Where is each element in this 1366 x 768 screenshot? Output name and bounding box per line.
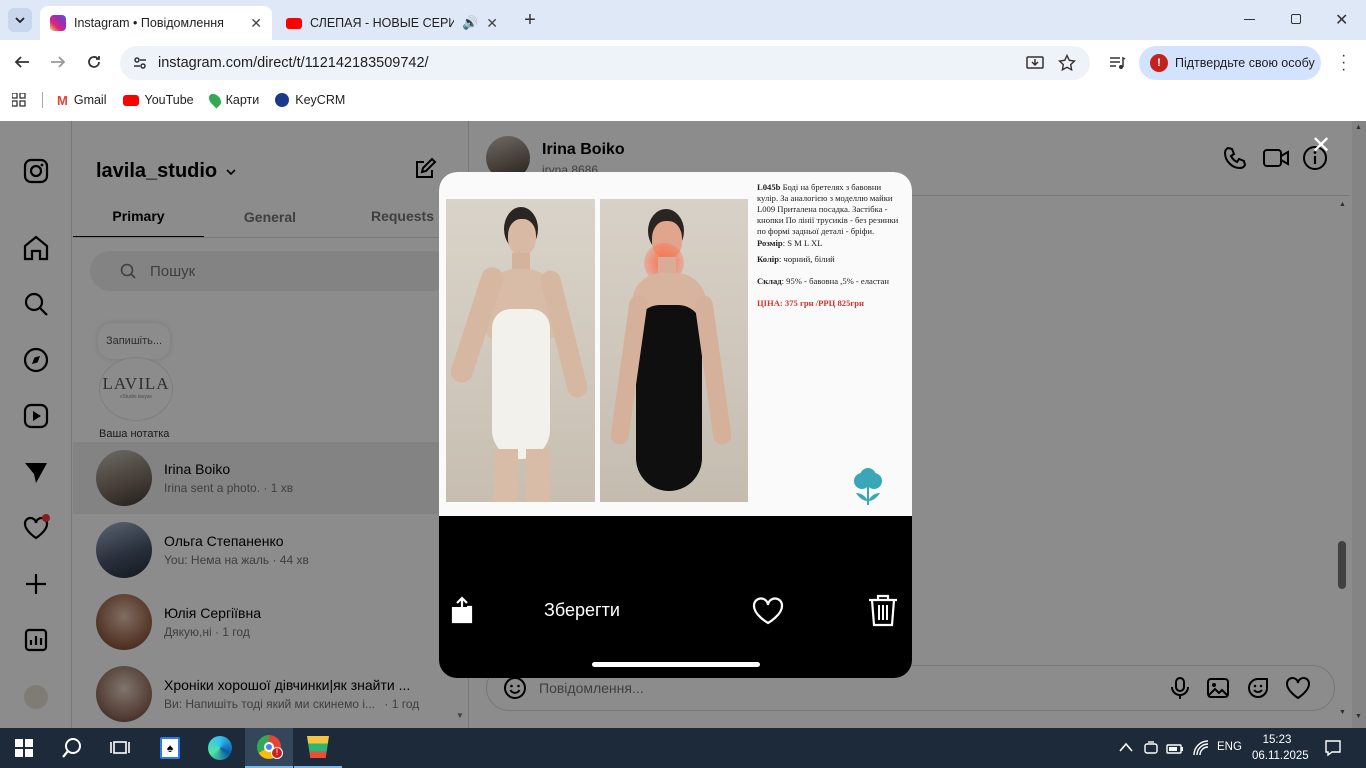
taskbar-chrome[interactable]: ! [245, 728, 293, 768]
tab-search-button[interactable] [8, 8, 32, 32]
notification-center-icon[interactable] [1324, 739, 1342, 757]
browser-tab-instagram[interactable]: Instagram • Повідомлення ✕ [40, 6, 272, 40]
windows-logo-icon [15, 739, 33, 757]
browser-tab-bar: Instagram • Повідомлення ✕ СЛЕПАЯ - НОВЫ… [0, 0, 1366, 40]
cotton-icon [854, 468, 882, 505]
bookmark-youtube[interactable]: YouTube [122, 93, 194, 107]
search-icon [62, 738, 81, 758]
cards-icon: ♠ [160, 737, 180, 759]
tab-title: Instagram • Повідомлення [74, 16, 224, 30]
size-label: Розмір [757, 238, 783, 248]
back-arrow-icon[interactable] [14, 54, 30, 70]
profile-verify-button[interactable]: ! Підтвердьте свою особу [1139, 46, 1321, 80]
bookmark-maps[interactable]: Карти [206, 91, 260, 109]
share-icon[interactable] [451, 596, 473, 624]
trash-icon[interactable] [867, 593, 899, 627]
task-view-icon [110, 741, 130, 754]
photo-viewer: L045b Боді на бретелях з бавовни кулір. … [439, 172, 912, 678]
address-bar[interactable]: instagram.com/direct/t/112142183509742/ [120, 46, 1090, 80]
reload-icon[interactable] [86, 54, 102, 70]
taskbar-search-button[interactable] [48, 728, 96, 768]
forward-arrow-icon[interactable] [50, 54, 66, 70]
bookmark-label: Gmail [73, 93, 107, 107]
new-tab-button[interactable]: + [518, 8, 542, 32]
bookmark-keycrm[interactable]: KeyCRM [275, 93, 345, 107]
start-button[interactable] [0, 728, 48, 768]
bookmark-label: YouTube [144, 93, 194, 107]
product-image-white [446, 199, 595, 502]
taskbar-solitaire[interactable]: ♠ [146, 728, 194, 768]
browser-tab-youtube[interactable]: СЛЕПАЯ - НОВЫЕ СЕРИИ 2 🔊 ✕ [276, 6, 508, 40]
minimize-icon[interactable] [1244, 19, 1255, 20]
edge-icon [208, 736, 232, 760]
wifi-icon[interactable] [1192, 739, 1210, 757]
sizes-value: : S M L XL [782, 238, 823, 248]
site-settings-icon[interactable] [132, 55, 148, 71]
battery-icon[interactable] [1166, 740, 1184, 756]
chevron-up-icon[interactable] [1119, 742, 1133, 752]
restore-icon[interactable] [1291, 14, 1301, 24]
tab-title: СЛЕПАЯ - НОВЫЕ СЕРИИ 2 [310, 16, 455, 30]
browser-menu-icon[interactable]: · · · [1341, 48, 1346, 78]
color-label: Колір [757, 254, 779, 264]
task-view-button[interactable] [96, 728, 144, 768]
url-text: instagram.com/direct/t/112142183509742/ [158, 55, 429, 71]
chrome-icon: ! [257, 735, 283, 759]
close-tab-icon[interactable]: ✕ [486, 15, 498, 32]
apps-grid-icon[interactable] [12, 93, 26, 107]
close-tab-icon[interactable]: ✕ [250, 15, 262, 32]
product-code: L045b [757, 182, 781, 192]
bookmarks-divider [42, 92, 43, 108]
keycrm-app-icon [307, 736, 329, 758]
clock[interactable]: 15:23 06.11.2025 [1252, 732, 1309, 764]
taskbar-keycrm[interactable] [294, 728, 342, 768]
bookmark-star-icon[interactable] [1058, 54, 1076, 72]
maps-icon [206, 91, 224, 109]
profile-verify-label: Підтвердьте свою особу [1175, 56, 1315, 70]
save-button[interactable]: Зберегти [544, 600, 620, 621]
alert-icon: ! [1150, 54, 1168, 72]
youtube-icon [286, 17, 302, 29]
close-modal-button[interactable]: ✕ [1311, 134, 1331, 158]
price-text: ЦІНА: 375 грн /РРЦ 825грн [757, 298, 864, 308]
instagram-icon [50, 15, 66, 31]
chevron-down-icon [15, 17, 25, 24]
install-app-icon[interactable] [1026, 54, 1044, 72]
windows-taskbar: ♠ ! ENG 15:23 06.11.2025 [0, 728, 1366, 768]
youtube-icon [122, 94, 139, 106]
language-indicator[interactable]: ENG [1217, 741, 1242, 753]
meet-now-icon[interactable] [1144, 740, 1158, 756]
clock-date: 06.11.2025 [1252, 750, 1309, 762]
bookmark-label: Карти [225, 93, 260, 107]
speaker-icon[interactable]: 🔊 [462, 15, 478, 31]
product-image-black [600, 199, 748, 502]
clock-time: 15:23 [1262, 734, 1292, 746]
keycrm-icon [275, 93, 290, 107]
gmail-icon: M [57, 92, 68, 108]
colors-value: : чорний, білий [778, 254, 835, 264]
product-description: L045b Боді на бретелях з бавовни кулір. … [757, 182, 903, 309]
composition-label: Склад [757, 276, 782, 286]
media-control-icon[interactable] [1108, 54, 1126, 72]
bookmarks-bar: M Gmail YouTube Карти KeyCRM [0, 85, 1366, 115]
heart-icon[interactable] [751, 596, 785, 626]
composition-value: : 95% - бавовна ,5% - еластан [781, 276, 889, 286]
bookmark-gmail[interactable]: M Gmail [57, 93, 107, 108]
taskbar-edge[interactable] [196, 728, 244, 768]
close-window-icon[interactable]: ✕ [1335, 10, 1348, 30]
home-indicator [592, 662, 760, 667]
bookmark-label: KeyCRM [295, 93, 346, 107]
product-photo: L045b Боді на бретелях з бавовни кулір. … [439, 172, 912, 516]
